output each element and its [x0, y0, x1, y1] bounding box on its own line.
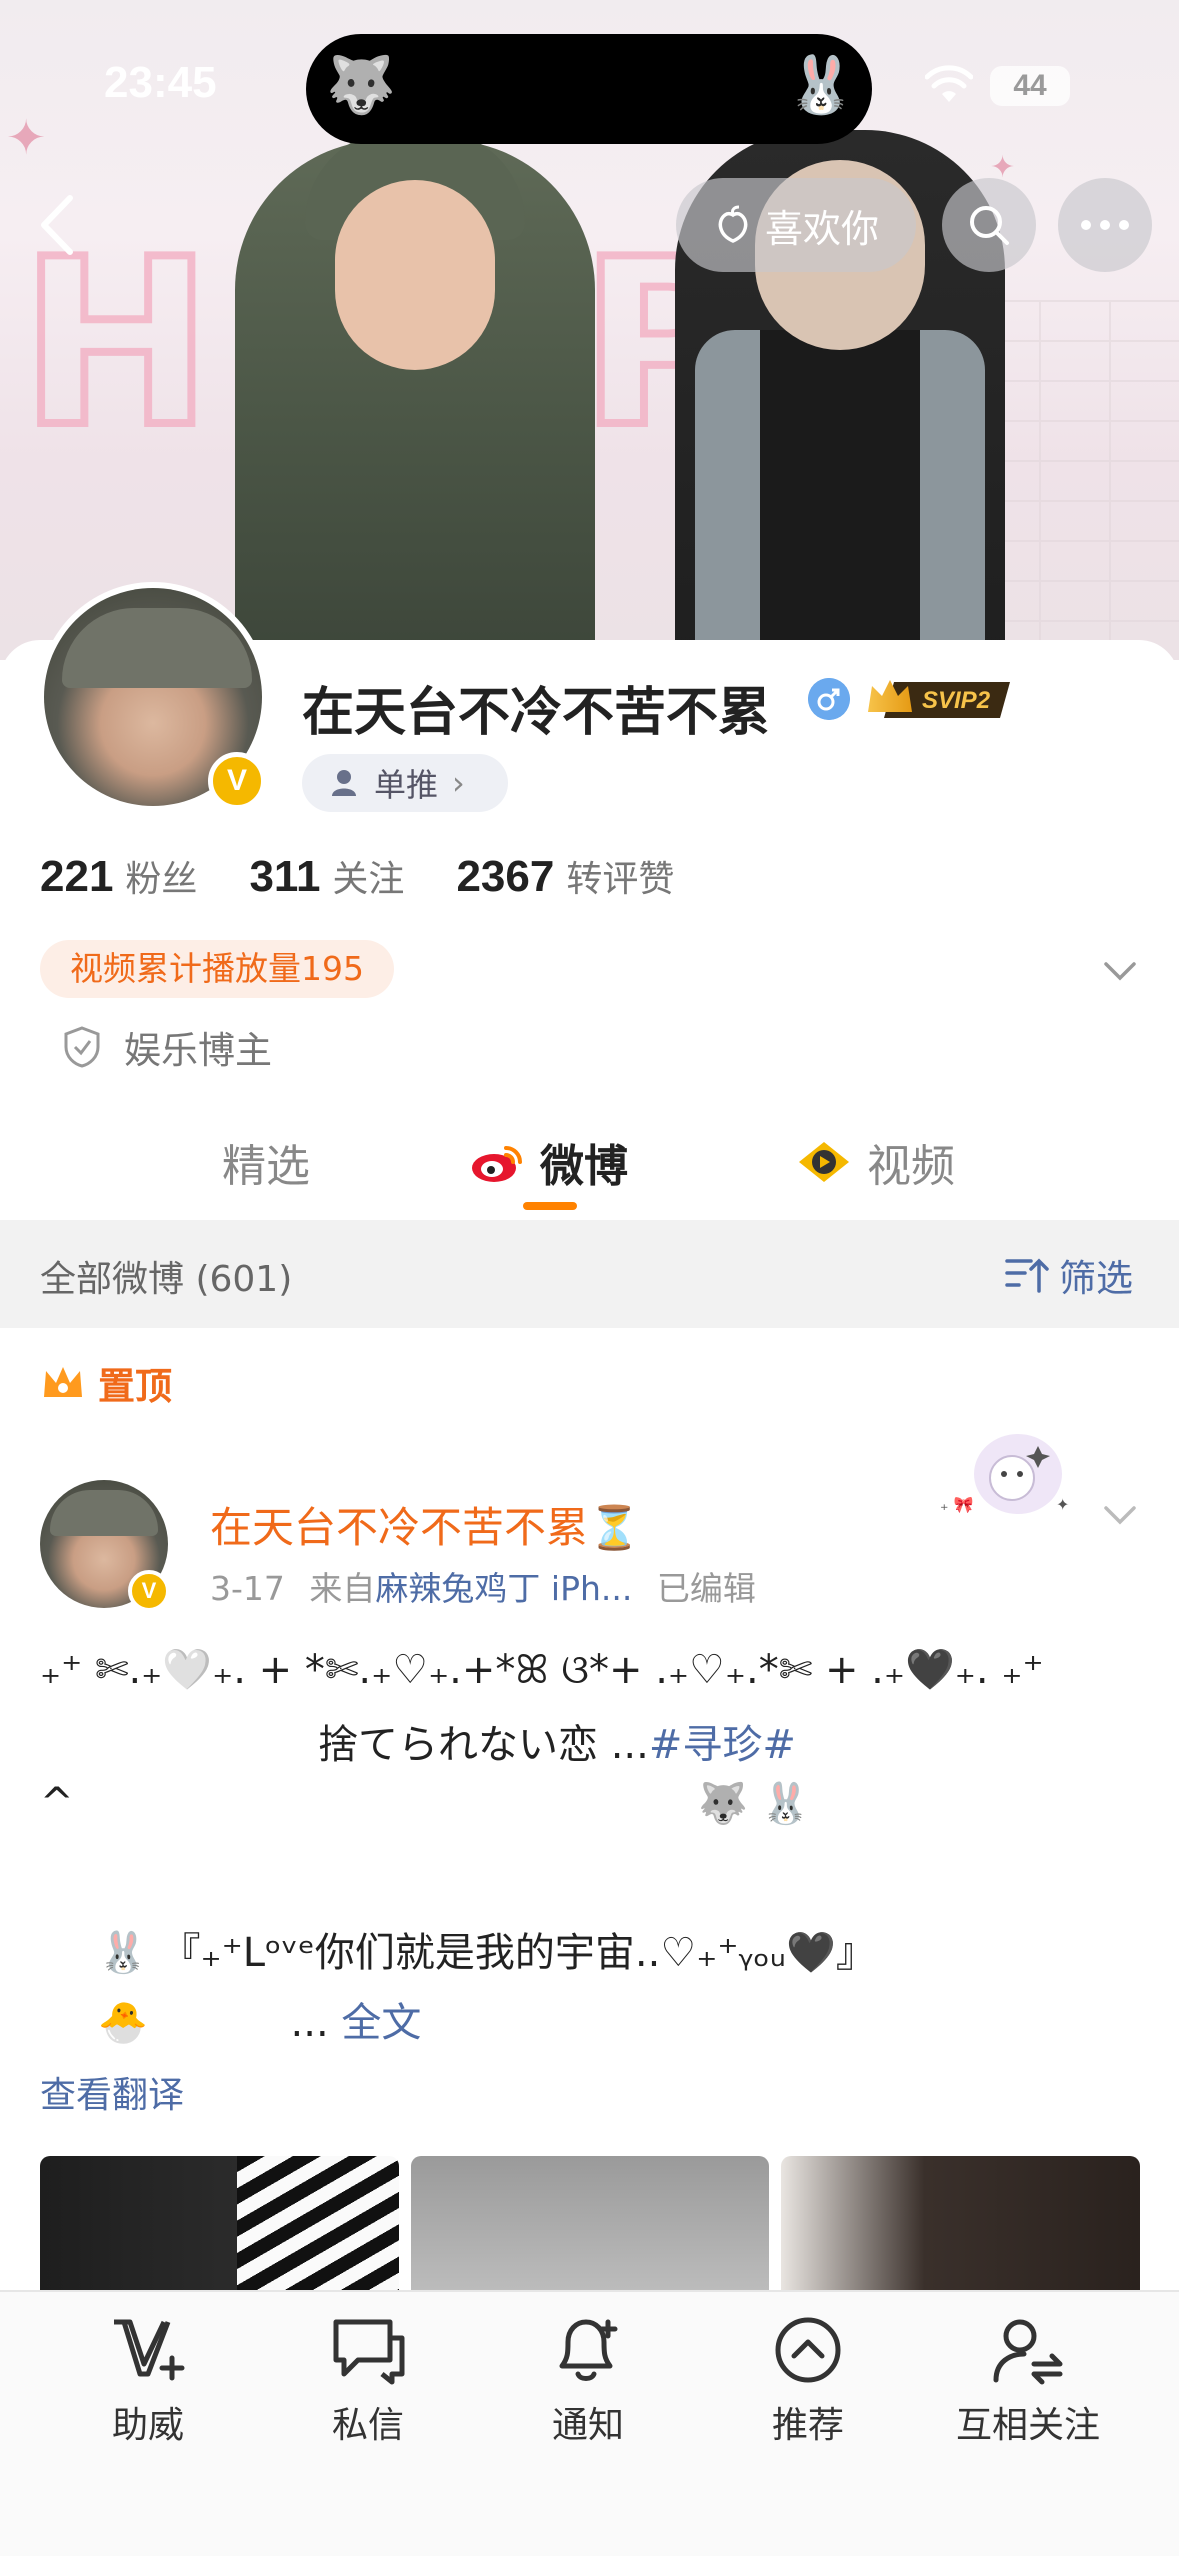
all-weibo-count: 全部微博 (601): [40, 1259, 293, 1300]
tabbar-recommend[interactable]: 推荐: [708, 2314, 908, 2448]
more-button[interactable]: [1058, 178, 1152, 272]
stat-following[interactable]: 311 关注: [249, 850, 404, 902]
bell-plus-icon: [559, 2319, 618, 2381]
stat-followers[interactable]: 221 粉丝: [40, 850, 197, 902]
video-channel-icon: [799, 1142, 849, 1182]
post-photo[interactable]: [40, 2156, 399, 2296]
pinned-label: 置顶: [40, 1356, 172, 1410]
svg-text:₊ 🎀: ₊ 🎀: [940, 1495, 973, 1514]
wolf-rabbit-emoji: 🐺 🐰: [698, 1781, 811, 1827]
shield-icon: [64, 1026, 100, 1068]
search-button[interactable]: [942, 178, 1036, 272]
single-push-button[interactable]: 单推 ›: [302, 754, 508, 812]
tab-featured[interactable]: 精选: [222, 1130, 310, 1194]
tabbar-notifications[interactable]: 通知: [488, 2314, 688, 2448]
post-text-line-3: ^ 🐺 🐰: [40, 1780, 811, 1827]
tabbar-mutual-follow[interactable]: 互相关注: [928, 2314, 1128, 2448]
filter-bar: 全部微博 (601) 筛选: [0, 1220, 1179, 1328]
chick-emoji: 🐣: [98, 2000, 148, 2046]
post-text-line-5: 🐣 ... 全文: [98, 2000, 422, 2046]
profile-stats: 221 粉丝 311 关注 2367 转评赞: [40, 850, 674, 902]
banner-photo-child: [235, 130, 595, 660]
post-text-line-1: ₊⁺ ✄.₊🤍₊. + *✄.₊♡₊.+*ꕤ ଓ*+ .₊♡₊.*✄ + .₊🖤…: [40, 1647, 1044, 1693]
battery-icon: 44: [990, 66, 1070, 106]
crown-icon: [44, 1367, 82, 1397]
bottom-tab-bar: 助威 私信 通知 推荐 互相关注: [0, 2290, 1179, 2556]
like-you-button[interactable]: 喜欢你: [676, 178, 916, 272]
full-text-link[interactable]: 全文: [341, 2000, 421, 2046]
svip-label: SVIP2: [922, 687, 991, 714]
wolf-icon: 🐺: [326, 53, 396, 118]
more-dots-icon: [1081, 220, 1129, 230]
verified-badge-small: V: [128, 1570, 170, 1612]
wifi-icon: [925, 65, 973, 102]
profile-nickname: 在天台不冷不苦不累: [302, 683, 771, 743]
topic-link[interactable]: #寻珍#: [649, 1722, 796, 1768]
back-arrow-icon[interactable]: [30, 190, 90, 260]
filter-button[interactable]: 筛选: [1005, 1248, 1133, 1302]
rabbit-icon: 🐰: [786, 53, 856, 118]
verified-badge: V: [208, 752, 266, 810]
tab-video[interactable]: 视频: [795, 1130, 955, 1194]
post-photo-grid: [40, 2156, 1141, 2296]
profile-tabs: 精选 微博 视频: [0, 1120, 1179, 1220]
post-photo[interactable]: [410, 2156, 770, 2296]
stat-interactions[interactable]: 2367 转评赞: [456, 850, 674, 902]
role-row[interactable]: 娱乐博主: [62, 1020, 272, 1074]
search-icon: [970, 206, 1009, 245]
svg-text:✦: ✦: [1056, 1495, 1069, 1514]
mutual-follow-icon: [993, 2319, 1063, 2385]
role-label: 娱乐博主: [124, 1029, 272, 1072]
sparkle-icon: ✦: [6, 110, 47, 166]
person-icon: [332, 770, 356, 796]
v-plus-icon: [114, 2319, 185, 2381]
dynamic-island: 🐺 🐰: [306, 34, 872, 144]
svip-badge-icon[interactable]: SVIP2: [864, 672, 1014, 724]
like-you-label: 喜欢你: [764, 206, 879, 251]
post-text-line-2: 捨てられない恋 ...#寻珍#: [318, 1722, 796, 1768]
peach-icon: [718, 205, 748, 243]
single-push-label: 单推: [374, 766, 439, 804]
sort-filter-icon: [1005, 1258, 1049, 1293]
status-time: 23:45: [104, 58, 217, 107]
post-text-line-4: 🐰 『₊⁺Lᵒᵛᵉ你们就是我的宇宙..♡₊⁺ᵧₒᵤ🖤』: [98, 1930, 876, 1976]
active-tab-indicator: [523, 1202, 577, 1210]
chat-bubble-icon: [333, 2319, 405, 2385]
decorative-sticker-icon: ₊ 🎀 ✦: [940, 1434, 1069, 1514]
video-play-count-tag[interactable]: 视频累计播放量195: [40, 940, 394, 998]
post-menu-chevron-icon[interactable]: [1100, 1494, 1140, 1534]
chevron-right-icon: ›: [452, 764, 465, 802]
view-translation-link[interactable]: 查看翻译: [40, 2066, 184, 2118]
chevron-down-icon[interactable]: [1100, 950, 1140, 990]
tabbar-messages[interactable]: 私信: [268, 2314, 468, 2448]
tabbar-cheer[interactable]: 助威: [48, 2314, 248, 2448]
tab-weibo[interactable]: 微博: [470, 1130, 628, 1194]
post-author-name[interactable]: 在天台不冷不苦不累⏳: [210, 1494, 640, 1555]
post-photo[interactable]: [781, 2156, 1141, 2296]
weibo-logo-icon: [472, 1146, 522, 1182]
post-meta: 3-17 来自麻辣兔鸡丁 iPh... 已编辑: [210, 1569, 756, 1608]
male-gender-icon: [808, 678, 850, 720]
chevron-up-circle-icon: [775, 2317, 841, 2383]
post-source-link[interactable]: 麻辣兔鸡丁 iPh...: [375, 1569, 632, 1608]
